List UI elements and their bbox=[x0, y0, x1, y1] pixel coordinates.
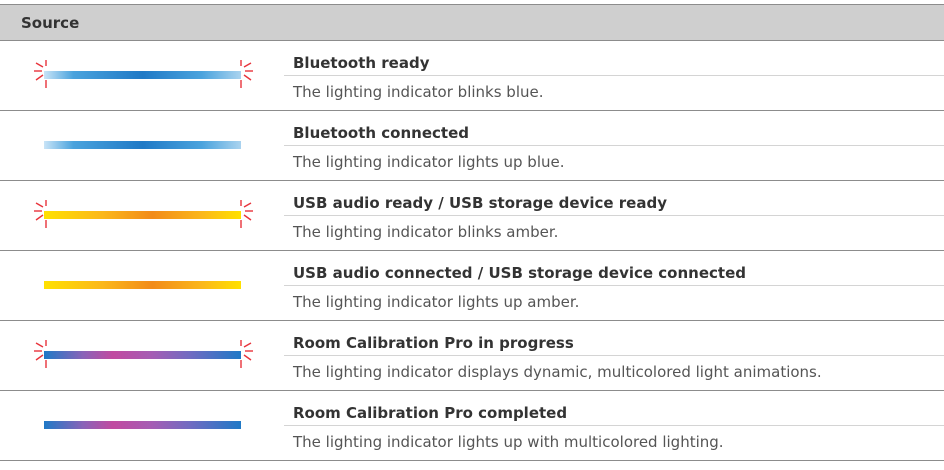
table-row: USB audio ready / USB storage device rea… bbox=[0, 181, 944, 251]
row-divider bbox=[284, 75, 944, 76]
row-title: Room Calibration Pro in progress bbox=[293, 334, 574, 352]
row-description: The lighting indicator lights up with mu… bbox=[293, 433, 724, 451]
row-description: The lighting indicator blinks amber. bbox=[293, 223, 559, 241]
row-title: Bluetooth connected bbox=[293, 124, 469, 142]
row-title: Room Calibration Pro completed bbox=[293, 404, 568, 422]
indicator-cell bbox=[0, 41, 284, 110]
row-title: USB audio connected / USB storage device… bbox=[293, 264, 746, 282]
blink-right-icon bbox=[240, 340, 253, 368]
header-label: Source bbox=[21, 14, 80, 32]
row-description: The lighting indicator displays dynamic,… bbox=[293, 363, 822, 381]
blink-right-icon bbox=[240, 60, 253, 88]
row-divider bbox=[284, 215, 944, 216]
row-title: Bluetooth ready bbox=[293, 54, 430, 72]
table-header: Source bbox=[0, 4, 944, 41]
table-row: Room Calibration Pro in progress The lig… bbox=[0, 321, 944, 391]
blink-right-icon bbox=[240, 200, 253, 228]
multicolor-light-strip bbox=[44, 421, 241, 429]
indicator-cell bbox=[0, 111, 284, 180]
row-description: The lighting indicator blinks blue. bbox=[293, 83, 544, 101]
amber-light-strip bbox=[44, 281, 241, 289]
table-row: Bluetooth connected The lighting indicat… bbox=[0, 111, 944, 181]
blue-light-strip bbox=[44, 71, 241, 79]
indicator-cell bbox=[0, 251, 284, 320]
indicator-cell bbox=[0, 321, 284, 390]
row-divider bbox=[284, 355, 944, 356]
amber-light-strip bbox=[44, 211, 241, 219]
indicator-cell bbox=[0, 181, 284, 250]
row-divider bbox=[284, 425, 944, 426]
table-row: USB audio connected / USB storage device… bbox=[0, 251, 944, 321]
table-row: Room Calibration Pro completed The light… bbox=[0, 391, 944, 461]
table-row: Bluetooth ready The lighting indicator b… bbox=[0, 41, 944, 111]
row-divider bbox=[284, 145, 944, 146]
row-title: USB audio ready / USB storage device rea… bbox=[293, 194, 667, 212]
row-description: The lighting indicator lights up blue. bbox=[293, 153, 565, 171]
row-divider bbox=[284, 285, 944, 286]
indicator-cell bbox=[0, 391, 284, 460]
multicolor-light-strip bbox=[44, 351, 241, 359]
blue-light-strip bbox=[44, 141, 241, 149]
row-description: The lighting indicator lights up amber. bbox=[293, 293, 580, 311]
